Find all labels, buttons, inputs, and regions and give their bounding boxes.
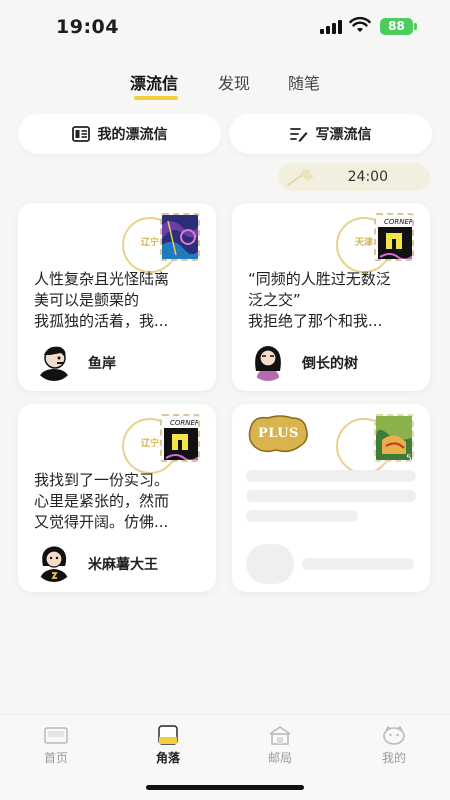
letter-excerpt: 我找到了一份实习。 心里是紧张的，然而 又觉得开阔。仿佛... <box>34 471 170 531</box>
timer-text: 24:00 <box>347 169 388 185</box>
author-name: 鱼岸 <box>88 356 116 372</box>
nav-post-office[interactable]: 邮局 <box>250 725 310 766</box>
tab-active-underline <box>134 96 178 100</box>
home-indicator <box>146 785 304 790</box>
author-name: 倒长的树 <box>302 356 358 372</box>
skeleton-line <box>246 470 416 482</box>
letter-card-loading[interactable]: 5 PLUS <box>232 404 430 592</box>
skeleton-line <box>246 510 358 522</box>
plus-badge: PLUS <box>246 414 310 454</box>
letter-card[interactable]: 辽宁 CORNER 我找到了一份实习。 心里是紧张的，然而 又觉得开阔。仿佛..… <box>18 404 216 592</box>
profile-icon <box>383 726 405 745</box>
author-name: 米麻薯大王 <box>88 557 158 573</box>
svg-text:CORNER: CORNER <box>170 419 200 427</box>
tab-discover[interactable]: 发现 <box>218 70 250 94</box>
stamp-image: CORNER <box>374 213 414 261</box>
corner-icon <box>158 725 178 745</box>
home-icon <box>44 727 68 744</box>
nav-corner[interactable]: 角落 <box>138 725 198 766</box>
signal-icon <box>320 20 342 34</box>
letters-list-icon <box>71 126 90 142</box>
battery-tip <box>414 23 417 30</box>
letter-excerpt: 人性复杂且光怪陆离 美可以是颤栗的 我孤独的活着，我... <box>34 270 170 330</box>
avatar <box>34 542 74 582</box>
nav-home[interactable]: 首页 <box>26 725 86 766</box>
refresh-timer: 24:00 <box>278 163 430 191</box>
battery-indicator: 88 <box>380 18 413 35</box>
nav-profile[interactable]: 我的 <box>364 725 424 766</box>
svg-text:5: 5 <box>406 454 412 462</box>
skeleton-line <box>246 490 416 502</box>
post-office-icon <box>269 726 291 745</box>
letter-excerpt: “同频的人胜过无数泛 泛之交” 我拒绝了那个和我... <box>248 270 391 330</box>
stamp-image <box>160 213 200 261</box>
plus-badge-label: PLUS <box>258 426 299 441</box>
write-icon <box>289 128 307 142</box>
write-letter-label: 写漂流信 <box>315 127 372 143</box>
avatar <box>34 341 74 381</box>
wifi-icon <box>349 16 371 32</box>
stamp-image: CORNER <box>160 414 200 462</box>
tab-essays[interactable]: 随笔 <box>288 70 320 94</box>
my-letters-label: 我的漂流信 <box>97 127 168 143</box>
my-letters-button[interactable]: 我的漂流信 <box>18 114 221 154</box>
status-time: 19:04 <box>56 16 119 38</box>
skeleton-line <box>302 558 414 570</box>
broom-icon <box>287 169 314 186</box>
status-bar: 19:04 88 <box>0 0 450 52</box>
stamp-image: 5 <box>374 414 414 462</box>
letter-card[interactable]: 天津 CORNER “同频的人胜过无数泛 泛之交” 我拒绝了那个和我... 倒长… <box>232 203 430 391</box>
tab-drift-letter[interactable]: 漂流信 <box>130 70 178 94</box>
write-letter-button[interactable]: 写漂流信 <box>229 114 432 154</box>
svg-text:CORNER: CORNER <box>384 218 414 226</box>
top-tabs: 漂流信 发现 随笔 <box>0 70 450 106</box>
letter-card[interactable]: 辽宁 人性复杂且光怪陆离 美可以是颤栗的 我孤独的活着，我... 鱼岸 <box>18 203 216 391</box>
skeleton-avatar <box>246 544 294 584</box>
avatar <box>248 341 288 381</box>
